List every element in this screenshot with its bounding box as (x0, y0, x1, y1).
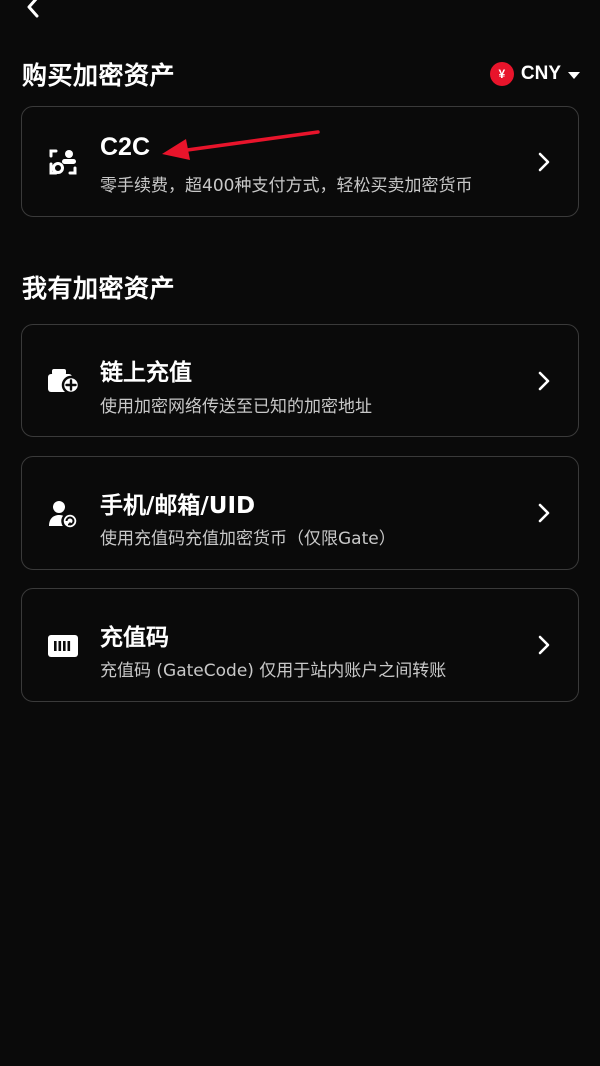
card-description: 使用加密网络传送至已知的加密地址 (100, 397, 372, 417)
currency-badge: ¥ (489, 62, 514, 86)
voucher-code-icon (46, 629, 80, 663)
currency-selector[interactable]: ¥ CNY (489, 60, 580, 88)
phone-email-uid-card[interactable]: 手机/邮箱/UID 使用充值码充值加密货币（仅限Gate） (21, 456, 579, 570)
section-title-have: 我有加密资产 (22, 274, 176, 303)
c2c-card[interactable]: C2C 零手续费，超400种支付方式，轻松买卖加密货币 (21, 106, 579, 217)
section-title-buy: 购买加密资产 (22, 61, 176, 90)
chevron-right-icon (536, 151, 552, 173)
card-description: 零手续费，超400种支付方式，轻松买卖加密货币 (100, 176, 473, 196)
chevron-right-icon (536, 370, 552, 392)
card-title: 链上充值 (100, 360, 192, 386)
c2c-exchange-icon (46, 145, 80, 179)
card-description: 充值码 (GateCode) 仅用于站内账户之间转账 (100, 661, 447, 681)
user-transfer-icon (46, 497, 80, 531)
card-title: 充值码 (100, 625, 169, 651)
deposit-code-card[interactable]: 充值码 充值码 (GateCode) 仅用于站内账户之间转账 (21, 588, 579, 702)
caret-down-icon (568, 65, 580, 84)
currency-label: CNY (520, 63, 561, 84)
card-description: 使用充值码充值加密货币（仅限Gate） (100, 529, 396, 549)
back-button[interactable] (18, 0, 48, 22)
chevron-right-icon (536, 502, 552, 524)
onchain-deposit-card[interactable]: 链上充值 使用加密网络传送至已知的加密地址 (21, 324, 579, 437)
wallet-add-icon (46, 364, 80, 398)
chevron-left-icon (25, 0, 41, 23)
card-title: C2C (100, 133, 151, 161)
card-title: 手机/邮箱/UID (100, 493, 256, 519)
chevron-right-icon (536, 634, 552, 656)
